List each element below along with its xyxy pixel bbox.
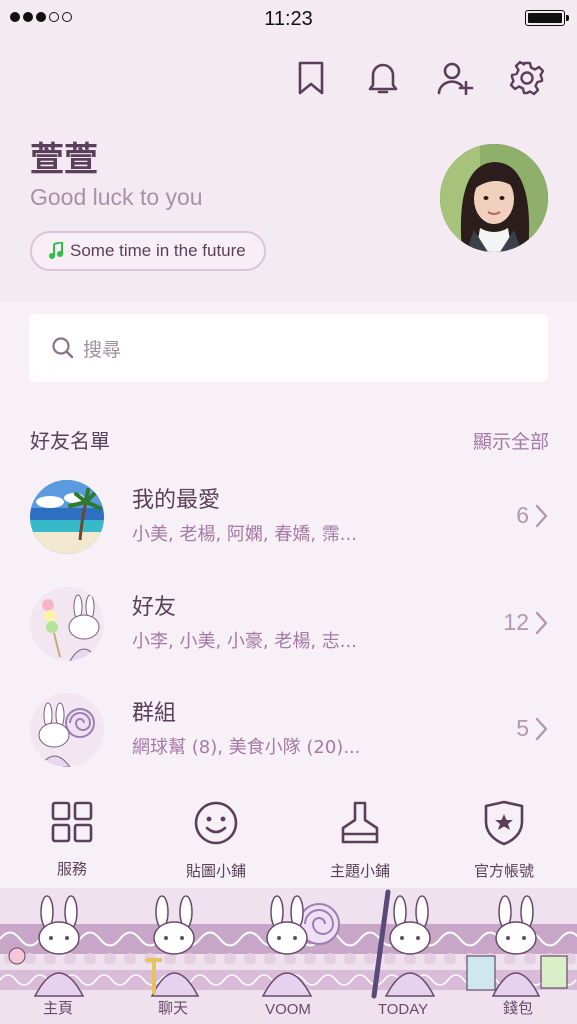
chevron-right-icon <box>535 611 548 635</box>
service-item-services[interactable]: 服務 <box>0 800 144 890</box>
list-item-subtitle: 小李, 小美, 小豪, 老楊, 志... <box>132 631 357 652</box>
bunny-home-icon <box>8 895 85 997</box>
list-item-title: 我的最愛 <box>132 488 221 513</box>
grid-icon <box>51 801 93 843</box>
favorites-thumbnail <box>30 480 104 554</box>
tab-label: 主頁 <box>42 1000 73 1017</box>
add-friend-icon[interactable] <box>435 58 475 98</box>
list-item-favorites[interactable]: 我的最愛 小美, 老楊, 阿嫻, 春嬌, 霈... 6 <box>0 480 577 580</box>
list-item-subtitle: 小美, 老楊, 阿嫻, 春嬌, 霈... <box>132 524 357 545</box>
status-time: 11:23 <box>264 8 313 30</box>
list-item-count: 12 <box>503 609 529 635</box>
shield-star-icon <box>484 800 524 846</box>
service-label: 官方帳號 <box>473 862 534 880</box>
tab-chat[interactable]: 聊天 <box>118 888 228 1024</box>
service-label: 貼圖小鋪 <box>185 862 246 880</box>
show-all-link[interactable]: 顯示全部 <box>473 427 549 454</box>
service-label: 主題小鋪 <box>329 862 390 880</box>
tab-label: 聊天 <box>157 1000 188 1017</box>
profile-music-button[interactable]: Some time in the future <box>30 231 266 271</box>
search-placeholder: 搜尋 <box>83 338 122 361</box>
status-bar: 11:23 <box>0 0 577 38</box>
tab-label: 錢包 <box>502 1000 533 1017</box>
tab-wallet[interactable]: 錢包 <box>463 888 573 1024</box>
music-note-icon <box>49 242 63 259</box>
service-label: 服務 <box>56 860 87 878</box>
service-item-theme-shop[interactable]: 主題小鋪 <box>288 800 432 890</box>
settings-icon[interactable] <box>507 58 547 98</box>
music-title: Some time in the future <box>70 241 246 260</box>
brush-icon <box>341 801 379 844</box>
search-input[interactable]: 搜尋 <box>29 314 548 382</box>
bunny-today-icon <box>371 889 436 999</box>
chevron-right-icon <box>535 504 548 528</box>
smiley-icon <box>194 801 238 845</box>
tab-voom[interactable]: VOOM <box>233 888 343 1024</box>
profile-header: 萱萱 Good luck to you Some time in the fut… <box>0 38 577 302</box>
list-item-friends[interactable]: 好友 小李, 小美, 小豪, 老楊, 志... 12 <box>0 587 577 687</box>
bunny-voom-icon <box>261 895 340 997</box>
tab-home[interactable]: 主頁 <box>3 888 113 1024</box>
battery-icon <box>525 10 569 26</box>
bunny-wallet-icon <box>466 895 568 997</box>
bookmark-icon[interactable] <box>291 58 331 98</box>
list-item-count: 6 <box>516 502 529 528</box>
status-message[interactable]: Good luck to you <box>30 184 203 211</box>
profile-name[interactable]: 萱萱 <box>30 132 98 181</box>
services-row: 服務 貼圖小鋪 主題小鋪 官方帳號 <box>0 800 577 890</box>
friends-thumbnail <box>30 587 104 661</box>
friends-section-title: 好友名單 <box>30 429 110 453</box>
avatar[interactable] <box>440 144 548 252</box>
tab-label: VOOM <box>265 1001 311 1018</box>
service-item-sticker-shop[interactable]: 貼圖小鋪 <box>144 800 288 890</box>
tab-today[interactable]: TODAY <box>348 888 458 1024</box>
header-actions <box>291 58 547 98</box>
list-item-title: 群組 <box>132 701 177 726</box>
list-item-subtitle: 網球幫 (8), 美食小隊 (20)... <box>132 737 361 758</box>
list-item-count: 5 <box>516 715 529 741</box>
search-icon <box>52 337 74 359</box>
groups-thumbnail <box>30 693 104 767</box>
bottom-tab-bar: 主頁 聊天 VOOM TODAY 錢包 <box>0 888 577 1024</box>
chevron-right-icon <box>535 717 548 741</box>
list-item-title: 好友 <box>132 595 177 620</box>
service-item-official-accounts[interactable]: 官方帳號 <box>432 800 576 890</box>
bell-icon[interactable] <box>363 58 403 98</box>
list-item-groups[interactable]: 群組 網球幫 (8), 美食小隊 (20)... 5 <box>0 693 577 793</box>
bunny-chat-icon <box>146 895 200 997</box>
tab-label: TODAY <box>377 1001 429 1018</box>
